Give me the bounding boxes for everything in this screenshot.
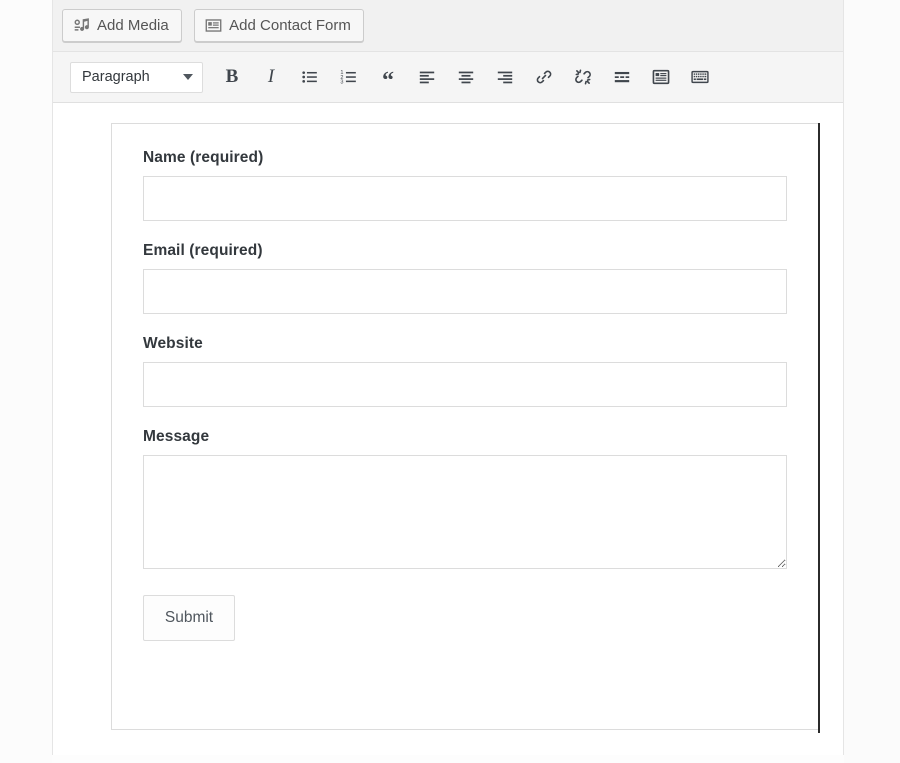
insert-link-button[interactable]	[529, 62, 559, 92]
align-left-button[interactable]	[412, 62, 442, 92]
svg-text:3: 3	[340, 80, 343, 86]
add-contact-form-label: Add Contact Form	[229, 18, 351, 33]
field-group-website: Website	[143, 335, 787, 407]
paragraph-style-value: Paragraph	[82, 69, 150, 85]
page-gutter-right	[844, 0, 900, 763]
bulleted-list-button[interactable]	[295, 62, 325, 92]
chevron-down-icon	[183, 74, 193, 80]
blockquote-icon: “	[382, 74, 394, 88]
name-input[interactable]	[143, 176, 787, 221]
align-center-icon	[457, 68, 475, 86]
read-more-icon	[613, 68, 631, 86]
align-right-button[interactable]	[490, 62, 520, 92]
post-editor: Add Media Add Contact Form Parag	[52, 0, 844, 755]
format-toolbar: Paragraph B I	[53, 52, 843, 103]
read-more-button[interactable]	[607, 62, 637, 92]
unlink-icon	[574, 68, 592, 86]
distraction-free-button[interactable]	[646, 62, 676, 92]
bulleted-list-icon	[301, 68, 319, 86]
page-gutter-left	[0, 0, 52, 763]
align-left-icon	[418, 68, 436, 86]
text-cursor-caret	[818, 123, 820, 733]
numbered-list-button[interactable]: 1 2 3	[334, 62, 364, 92]
submit-button[interactable]: Submit	[143, 595, 235, 641]
remove-link-button[interactable]	[568, 62, 598, 92]
contact-form-block[interactable]: Name (required) Email (required) Website…	[111, 123, 819, 730]
contact-form-icon	[205, 17, 222, 34]
field-group-name: Name (required)	[143, 149, 787, 221]
media-camera-icon	[73, 17, 90, 34]
editor-content-area[interactable]: Name (required) Email (required) Website…	[53, 103, 843, 755]
fullscreen-icon	[652, 68, 670, 86]
blockquote-button[interactable]: “	[373, 62, 403, 92]
keyboard-toolbar-icon	[691, 68, 709, 86]
message-textarea[interactable]	[143, 455, 787, 569]
add-media-button[interactable]: Add Media	[62, 9, 182, 42]
message-field-label: Message	[143, 428, 787, 446]
email-input[interactable]	[143, 269, 787, 314]
add-media-label: Add Media	[97, 18, 169, 33]
editor-page: Add Media Add Contact Form Parag	[0, 0, 900, 763]
field-group-message: Message	[143, 428, 787, 569]
italic-icon: I	[268, 66, 274, 88]
numbered-list-icon: 1 2 3	[340, 68, 358, 86]
bold-icon: B	[226, 66, 239, 88]
bold-button[interactable]: B	[217, 62, 247, 92]
italic-button[interactable]: I	[256, 62, 286, 92]
email-field-label: Email (required)	[143, 242, 787, 260]
link-icon	[535, 68, 553, 86]
website-field-label: Website	[143, 335, 787, 353]
align-center-button[interactable]	[451, 62, 481, 92]
paragraph-style-select[interactable]: Paragraph	[70, 62, 203, 93]
website-input[interactable]	[143, 362, 787, 407]
field-group-email: Email (required)	[143, 242, 787, 314]
add-contact-form-button[interactable]: Add Contact Form	[194, 9, 364, 42]
name-field-label: Name (required)	[143, 149, 787, 167]
toolbar-toggle-button[interactable]	[685, 62, 715, 92]
media-buttons-bar: Add Media Add Contact Form	[53, 0, 843, 52]
align-right-icon	[496, 68, 514, 86]
